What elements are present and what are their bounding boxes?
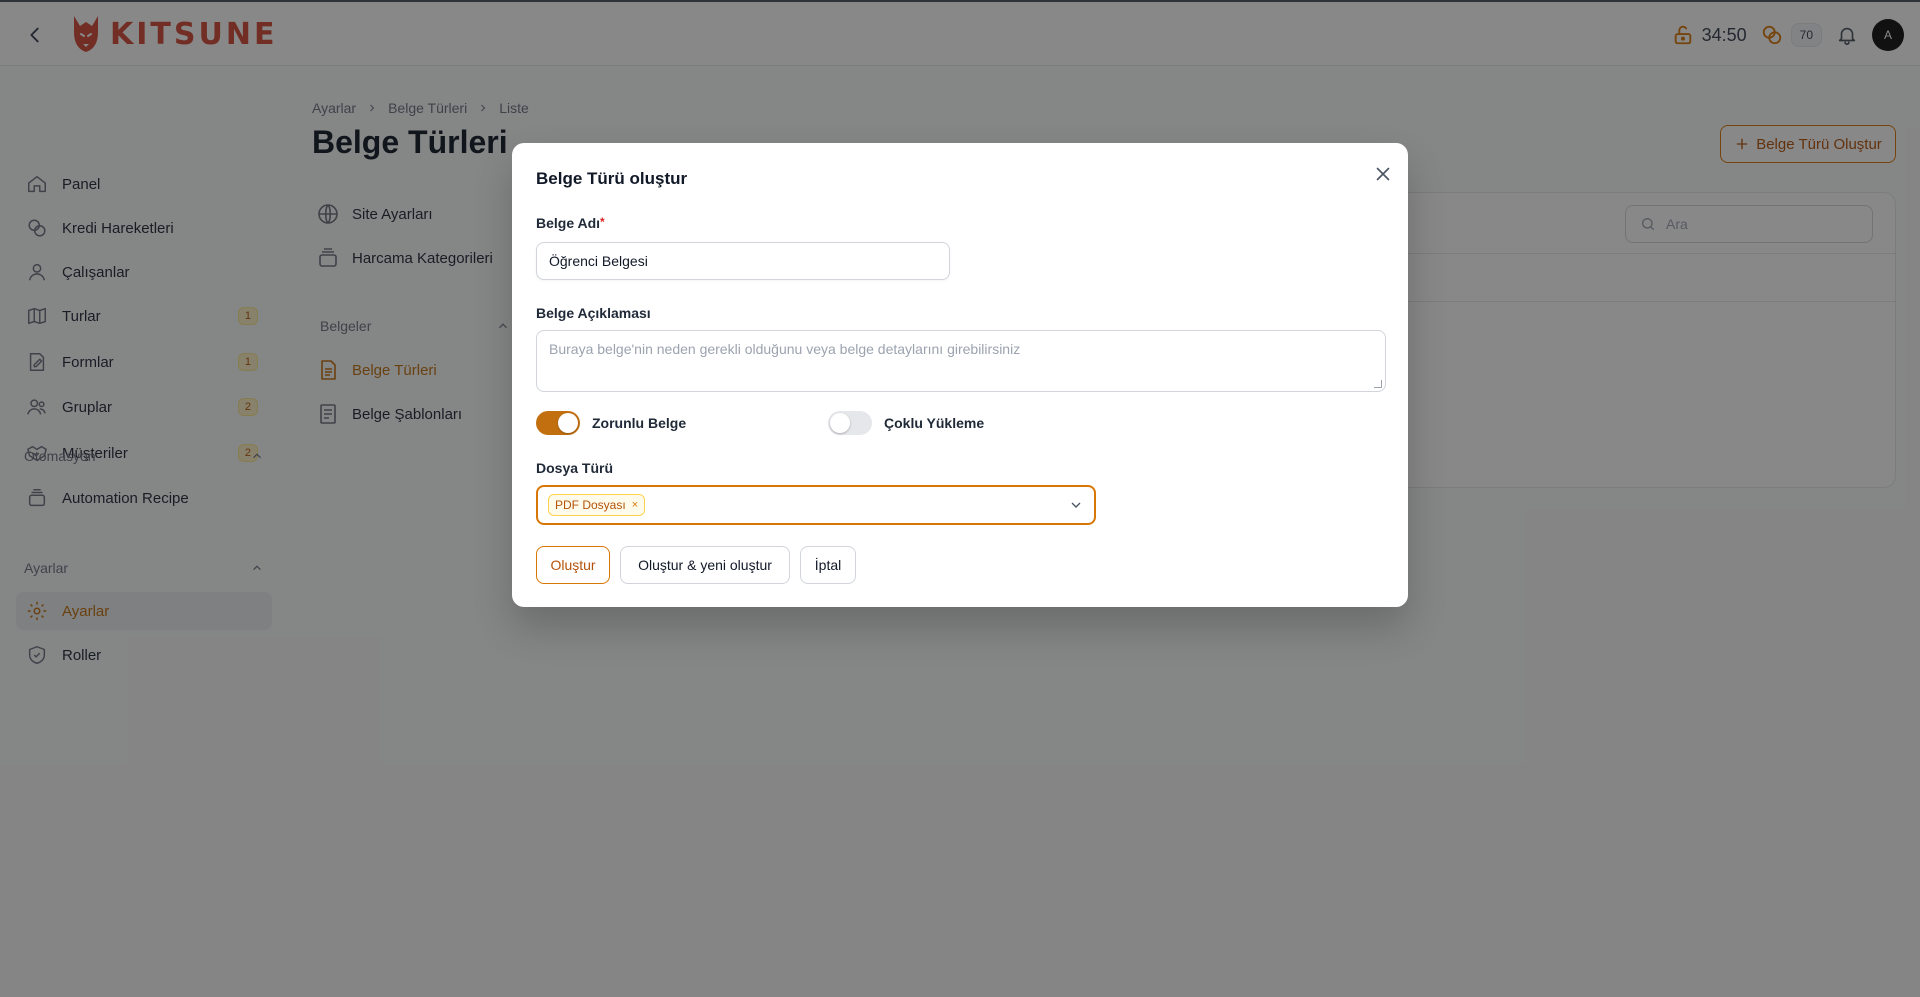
document-name-input[interactable]: Öğrenci Belgesi xyxy=(536,242,950,280)
required-document-toggle[interactable] xyxy=(536,411,580,435)
file-type-label: Dosya Türü xyxy=(536,460,614,476)
description-label: Belge Açıklaması xyxy=(536,305,651,321)
required-document-toggle-row: Zorunlu Belge xyxy=(536,410,686,436)
resize-handle[interactable] xyxy=(1374,380,1382,388)
description-placeholder: Buraya belge'nin neden gerekli olduğunu … xyxy=(549,341,1021,357)
create-button[interactable]: Oluştur xyxy=(536,546,610,584)
file-type-select[interactable]: PDF Dosyası × xyxy=(536,485,1096,525)
multi-upload-toggle-row: Çoklu Yükleme xyxy=(828,410,984,436)
name-label-text: Belge Adı xyxy=(536,215,601,231)
close-icon[interactable] xyxy=(1372,163,1394,185)
tag-label: PDF Dosyası xyxy=(555,498,626,512)
file-type-tag: PDF Dosyası × xyxy=(548,494,646,516)
toggle-knob xyxy=(830,413,850,433)
toggle-label: Çoklu Yükleme xyxy=(884,415,985,431)
chevron-down-icon[interactable] xyxy=(1068,497,1084,513)
tag-remove-icon[interactable]: × xyxy=(632,499,638,511)
modal-title: Belge Türü oluştur xyxy=(536,169,688,188)
create-and-new-button[interactable]: Oluştur & yeni oluştur xyxy=(620,546,790,584)
name-label: Belge Adı* xyxy=(536,215,605,231)
description-textarea[interactable]: Buraya belge'nin neden gerekli olduğunu … xyxy=(536,330,1386,392)
toggle-knob xyxy=(558,413,578,433)
required-mark: * xyxy=(600,215,605,229)
create-document-type-modal: Belge Türü oluştur Belge Adı* Öğrenci Be… xyxy=(512,143,1408,607)
cancel-button[interactable]: İptal xyxy=(800,546,856,584)
document-name-value: Öğrenci Belgesi xyxy=(549,253,648,269)
multi-upload-toggle[interactable] xyxy=(828,411,872,435)
toggle-label: Zorunlu Belge xyxy=(592,415,687,431)
